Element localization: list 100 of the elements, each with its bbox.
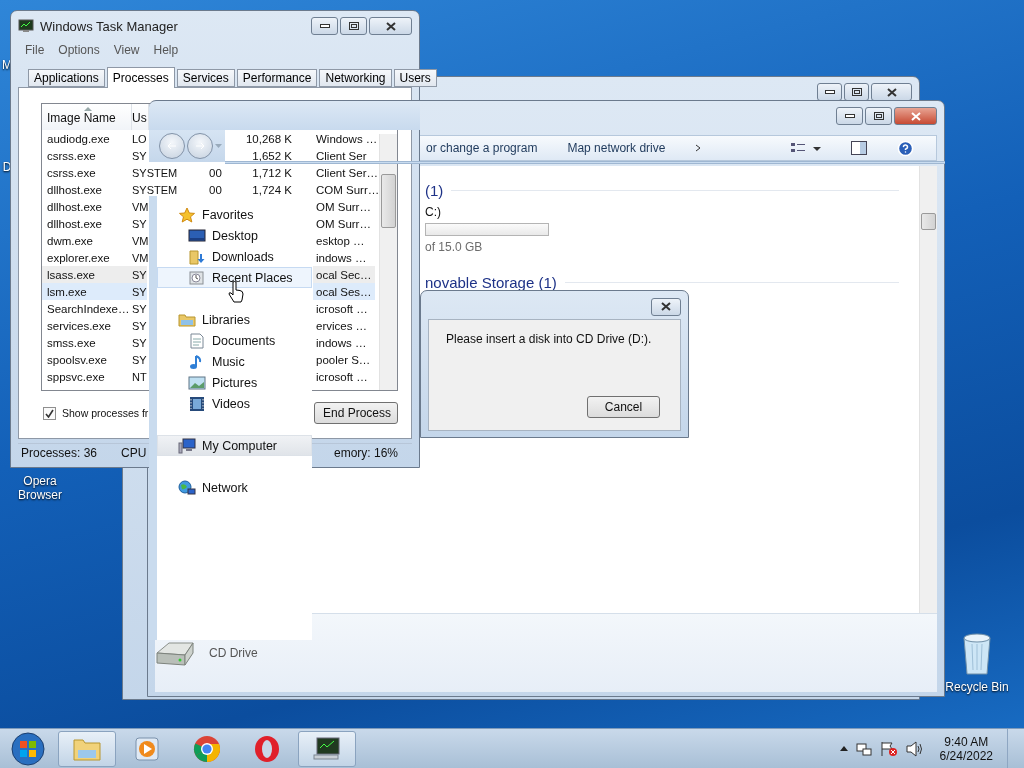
nav-item[interactable]: Music [157,351,312,372]
nav-item[interactable]: Videos [157,393,312,414]
process-row[interactable]: sppsvc.exe NT [42,368,147,385]
minimize-icon [844,114,855,118]
minimize-icon [824,90,835,94]
start-orb-icon[interactable] [8,730,48,767]
nav-item[interactable]: Documents [157,330,312,351]
up-arrow-icon[interactable] [839,746,848,751]
tab[interactable]: Processes [106,67,175,88]
table-cell: VM [132,251,149,264]
minimize-button[interactable] [836,107,863,125]
chevron-icon[interactable] [695,144,702,152]
process-row[interactable]: lsm.exe SY [42,283,147,300]
nav-item[interactable]: My Computer [157,435,312,456]
close-button[interactable] [651,297,681,316]
dialog-message: Please insert a disk into CD Drive (D:). [446,332,653,346]
table-cell-text: icrosoft … [315,301,369,317]
table-cell-text: lsass.exe [46,268,96,281]
menu-item[interactable]: View [113,43,140,57]
desktop-icon-label[interactable]: Opera Browser [10,474,70,502]
menu-item[interactable]: File [25,43,45,57]
checkbox[interactable] [43,406,56,420]
trash-bin-icon[interactable] [960,630,994,676]
process-row[interactable]: lsass.exe SY [42,266,147,283]
table-cell: SY [132,268,147,281]
preview-pane-icon[interactable] [851,141,867,155]
scrollbar[interactable] [919,166,937,613]
cancel-button[interactable]: Cancel [587,396,660,418]
toolbar-button[interactable]: or change a program [426,141,538,155]
process-row[interactable]: services.exe SY [42,317,147,334]
process-row[interactable]: audiodg.exe LO [42,130,147,147]
process-row[interactable]: SearchIndexe… SY [42,300,147,317]
flag-error-icon[interactable] [879,740,898,757]
nav-item[interactable]: Favorites [157,204,312,225]
window-title: Windows Task Manager [40,18,178,34]
process-row[interactable]: dllhost.exe VM [42,198,149,215]
status-text: CPU [120,445,147,460]
close-button[interactable] [369,17,412,35]
column-header[interactable]: Us [132,104,149,130]
process-row[interactable]: csrss.exe SY [42,147,147,164]
table-cell: VM [132,200,149,213]
help-icon[interactable] [897,139,914,157]
process-row[interactable]: dllhost.exe SY [42,215,147,232]
process-row[interactable]: spoolsv.exe SY [42,351,147,368]
table-cell-text: SearchIndexe… [46,302,131,315]
end-process-button[interactable]: End Process [314,402,398,424]
film-strip-icon [188,395,206,412]
menu-item[interactable]: Options [58,43,100,57]
tab[interactable]: Services [176,69,235,87]
table-cell-text: esktop … [315,233,366,249]
nav-item[interactable]: Desktop [157,225,312,246]
table-cell: NT [132,370,147,383]
nav-item[interactable]: Network [157,477,312,498]
tab[interactable]: Applications [28,69,105,87]
toolbar-button[interactable]: Map network drive [567,141,666,155]
clock[interactable]: 9:40 AM 6/24/2022 [939,734,993,763]
document-icon [188,332,206,349]
nav-item[interactable]: Libraries [157,309,312,330]
process-row[interactable]: csrss.exe SYSTEM [42,164,178,181]
close-button[interactable] [871,83,912,101]
menu-item[interactable]: Help [153,43,179,57]
table-cell-text: Windows … [315,131,375,147]
speaker-icon[interactable] [905,740,924,757]
view-options-icon[interactable] [791,142,821,154]
process-row[interactable]: smss.exe SY [42,334,147,351]
table-cell-text: csrss.exe [46,149,97,162]
maximize-button[interactable] [865,107,892,125]
close-icon [385,21,396,31]
desktop-icon [188,227,206,244]
process-row[interactable]: dllhost.exe SYSTEM [42,181,178,198]
nav-item[interactable]: Recent Places [157,267,312,288]
nav-item[interactable]: Downloads [157,246,312,267]
table-cell: SY [132,319,147,332]
group-header[interactable]: novable Storage (1) [425,274,557,291]
scrollbar[interactable] [379,134,397,390]
table-cell: SY [132,353,147,366]
table-cell-text: 10,268 K [246,131,293,147]
table-cell: SY [132,217,147,230]
drive-label[interactable]: C:) [425,205,919,219]
process-row[interactable]: dwm.exe VM [42,232,149,249]
maximize-button[interactable] [340,17,367,35]
table-cell-text: spoolsv.exe [46,353,108,366]
column-header[interactable]: Image Name [42,104,132,130]
table-cell: ocal Sec… [313,266,375,283]
tab[interactable]: Networking [319,69,392,87]
tab[interactable]: Performance [236,69,318,87]
close-icon [886,87,897,97]
network-icon[interactable] [855,740,872,757]
taskbar-button[interactable] [298,730,356,767]
tab[interactable]: Users [393,69,437,87]
nav-item[interactable]: Pictures [157,372,312,393]
minimize-button[interactable] [311,17,338,35]
minimize-button[interactable] [817,83,842,101]
group-header[interactable]: (1) [425,182,444,199]
back-button[interactable] [159,133,185,159]
maximize-button[interactable] [844,83,869,101]
maximize-icon [873,112,884,120]
forward-button[interactable] [187,133,213,159]
desktop-icon-label[interactable]: Recycle Bin [945,680,1009,694]
process-row[interactable]: explorer.exe VM [42,249,149,266]
